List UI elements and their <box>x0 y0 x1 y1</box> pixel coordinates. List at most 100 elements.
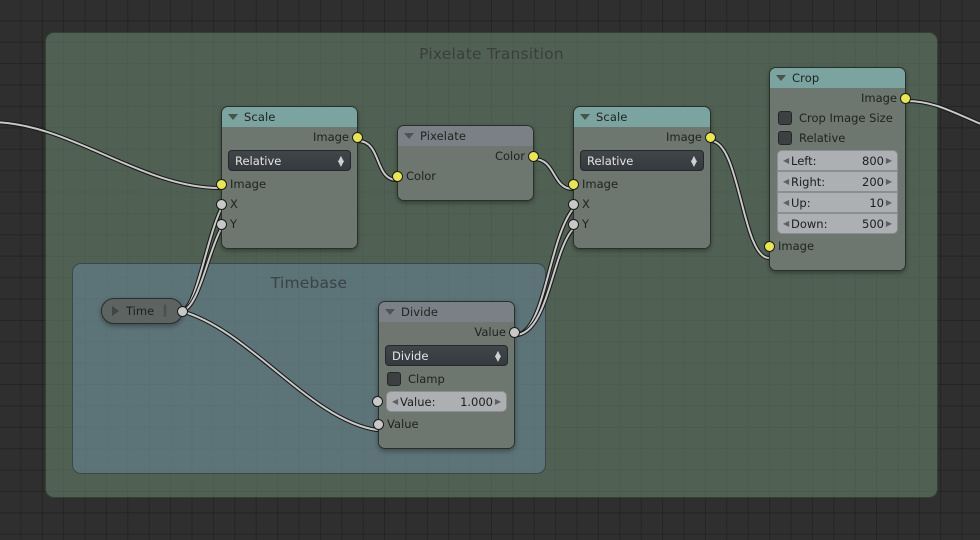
socket-row-output-color: Color <box>398 146 539 166</box>
node-crop-header[interactable]: Crop <box>770 68 905 88</box>
node-time-sockets-icon: ║ <box>162 305 168 317</box>
checkbox-box-icon[interactable] <box>778 111 792 125</box>
node-crop[interactable]: Crop Image Crop Image Size Relative ◀ Le… <box>764 67 911 271</box>
numfield-up-value: 10 <box>869 195 884 210</box>
scale-space-wrap: Relative ▲ ▼ <box>222 147 357 174</box>
socket-row-input-color: Color <box>392 166 533 186</box>
numfield-left[interactable]: ◀ Left: 800 ▶ <box>777 150 898 171</box>
divide-number-fields: ◀ Value: 1.000 ▶ <box>372 389 514 414</box>
socket-input-value-top[interactable] <box>372 396 383 407</box>
socket-input-color[interactable] <box>392 171 403 182</box>
input-label-x: X <box>582 197 590 211</box>
checkbox-clamp[interactable]: Clamp <box>379 369 514 389</box>
output-label-image: Image <box>860 91 897 105</box>
output-label-value: Value <box>474 325 506 339</box>
scale-space-dropdown[interactable]: Relative ▲ ▼ <box>228 150 351 171</box>
socket-input-image[interactable] <box>764 241 775 252</box>
collapse-triangle-icon[interactable] <box>580 114 590 120</box>
chevron-updown-icon: ▲ ▼ <box>690 153 697 168</box>
arrow-right-icon[interactable]: ▶ <box>886 219 892 228</box>
node-crop-title: Crop <box>792 71 820 85</box>
node-bottom-pad <box>574 234 710 248</box>
output-label-image: Image <box>665 130 702 144</box>
node-divide[interactable]: Divide Value Divide ▲ ▼ Clamp ◀ Value: 1… <box>372 301 520 449</box>
numfield-up-label: Up: <box>791 195 811 210</box>
frame-main-label: Pixelate Transition <box>419 45 564 63</box>
arrow-right-icon[interactable]: ▶ <box>886 177 892 186</box>
node-pixelate-header[interactable]: Pixelate <box>398 126 533 146</box>
node-scale-1[interactable]: Scale Image Relative ▲ ▼ Image X Y <box>216 106 363 249</box>
input-label-image: Image <box>582 177 619 191</box>
node-editor-canvas[interactable]: Pixelate Transition Timebase .noodle-o {… <box>0 0 980 540</box>
socket-row-output-image: Image <box>222 127 363 147</box>
socket-output-image[interactable] <box>705 132 716 143</box>
socket-output-value[interactable] <box>509 327 520 338</box>
node-bottom-pad <box>222 234 357 248</box>
arrow-right-icon[interactable]: ▶ <box>886 156 892 165</box>
collapse-triangle-icon[interactable] <box>776 75 786 81</box>
node-scale-2[interactable]: Scale Image Relative ▲ ▼ Image X Y <box>568 106 716 249</box>
arrow-right-icon[interactable]: ▶ <box>495 397 501 406</box>
scale-space-dropdown[interactable]: Relative ▲ ▼ <box>580 150 704 171</box>
numfield-up[interactable]: ◀ Up: 10 ▶ <box>777 192 898 213</box>
numfield-left-label: Left: <box>791 153 817 168</box>
socket-input-image[interactable] <box>568 179 579 190</box>
numfield-down[interactable]: ◀ Down: 500 ▶ <box>777 213 898 234</box>
checkbox-box-icon[interactable] <box>387 372 401 386</box>
input-label-y: Y <box>582 217 590 231</box>
expand-triangle-icon[interactable] <box>112 306 119 316</box>
node-bottom-pad <box>770 256 905 270</box>
checkbox-crop-image-size[interactable]: Crop Image Size <box>770 108 905 128</box>
input-label-y: Y <box>230 217 238 231</box>
socket-row-input-value: Value <box>373 414 514 434</box>
numfield-right-value: 200 <box>862 174 884 189</box>
numfield-right-label: Right: <box>791 174 826 189</box>
node-time[interactable]: Time ║ <box>101 298 188 324</box>
socket-output-image[interactable] <box>900 93 911 104</box>
output-label-image: Image <box>312 130 349 144</box>
arrow-left-icon[interactable]: ◀ <box>783 219 789 228</box>
collapse-triangle-icon[interactable] <box>228 114 238 120</box>
socket-input-x[interactable] <box>568 199 579 210</box>
socket-input-x[interactable] <box>216 199 227 210</box>
node-divide-header[interactable]: Divide <box>379 302 514 322</box>
socket-row-input-x: X <box>216 194 357 214</box>
numfield-right[interactable]: ◀ Right: 200 ▶ <box>777 171 898 192</box>
input-label-value: Value <box>387 417 419 431</box>
checkbox-label-relative: Relative <box>799 131 846 145</box>
frame-timebase-label: Timebase <box>270 274 348 292</box>
input-label-image: Image <box>778 239 815 253</box>
math-operation-wrap: Divide ▲ ▼ <box>379 342 514 369</box>
arrow-left-icon[interactable]: ◀ <box>392 397 398 406</box>
arrow-left-icon[interactable]: ◀ <box>783 177 789 186</box>
arrow-left-icon[interactable]: ◀ <box>783 156 789 165</box>
socket-input-image[interactable] <box>216 179 227 190</box>
numfield-value[interactable]: ◀ Value: 1.000 ▶ <box>386 391 507 412</box>
socket-output-image[interactable] <box>352 132 363 143</box>
scale-space-value: Relative <box>235 153 282 168</box>
collapse-triangle-icon[interactable] <box>385 309 395 315</box>
node-bottom-pad <box>398 186 533 200</box>
node-scale-2-header[interactable]: Scale <box>574 107 710 127</box>
math-operation-dropdown[interactable]: Divide ▲ ▼ <box>385 345 508 366</box>
numfield-value-value: 1.000 <box>460 394 493 409</box>
arrow-left-icon[interactable]: ◀ <box>783 198 789 207</box>
arrow-right-icon[interactable]: ▶ <box>886 198 892 207</box>
node-scale-1-header[interactable]: Scale <box>222 107 357 127</box>
checkbox-label-crop-image-size: Crop Image Size <box>799 111 893 125</box>
socket-row-input-image: Image <box>216 174 357 194</box>
checkbox-box-icon[interactable] <box>778 131 792 145</box>
node-pixelate[interactable]: Pixelate Color Color <box>392 125 539 201</box>
socket-input-value[interactable] <box>373 419 384 430</box>
node-time-title: Time <box>126 304 155 318</box>
socket-input-y[interactable] <box>216 219 227 230</box>
collapse-triangle-icon[interactable] <box>404 133 414 139</box>
socket-input-y[interactable] <box>568 219 579 230</box>
socket-output-color[interactable] <box>528 151 539 162</box>
scale-space-wrap: Relative ▲ ▼ <box>574 147 710 174</box>
checkbox-relative[interactable]: Relative <box>770 128 905 148</box>
checkbox-label-clamp: Clamp <box>408 372 445 386</box>
chevron-updown-icon: ▲ ▼ <box>494 348 501 363</box>
socket-output-time[interactable] <box>177 306 188 317</box>
socket-row-input-image: Image <box>568 174 710 194</box>
